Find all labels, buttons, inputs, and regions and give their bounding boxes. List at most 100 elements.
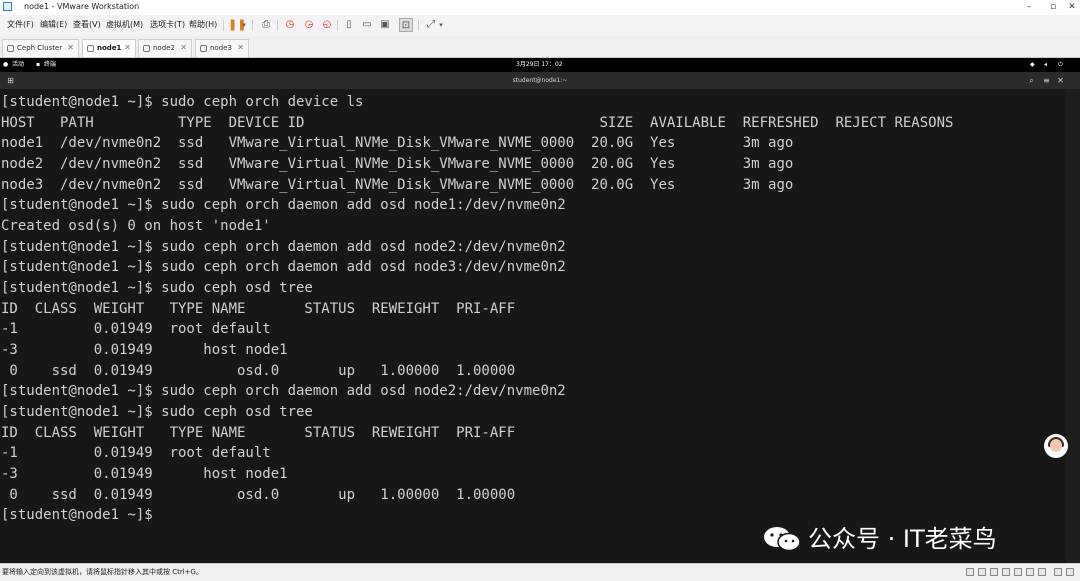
terminal-screen[interactable]: [student@node1 ~]$ sudo ceph orch device…	[0, 89, 1066, 563]
status-text: 要将输入定向到该虚拟机，请将鼠标指针移入其中或按 Ctrl+G。	[2, 568, 203, 576]
console-view-icon[interactable]: ⊡	[399, 18, 413, 32]
terminal-line: ID CLASS WEIGHT TYPE NAME STATUS REWEIGH…	[1, 425, 516, 441]
sound-icon[interactable]	[1014, 568, 1022, 576]
terminal-line: [student@node1 ~]$ sudo ceph orch device…	[1, 94, 364, 110]
terminal-line: -3 0.01949 host node1	[1, 342, 288, 358]
display-icon[interactable]	[1038, 568, 1046, 576]
close-icon[interactable]: ✕	[1066, 1, 1078, 13]
vm-icon	[87, 45, 94, 52]
toolbar-separator	[277, 20, 278, 31]
terminal-line: [student@node1 ~]$ sudo ceph osd tree	[1, 280, 313, 296]
terminal-header-bar: student@node1:~ ⊞ ⌕ ≡ ✕	[0, 72, 1080, 89]
menu-edit[interactable]: 编辑(E)	[40, 20, 67, 30]
menu-help[interactable]: 帮助(H)	[189, 20, 217, 30]
vm-tab-bar: Ceph Cluster ✕ node1 ✕ node2 ✕ node3 ✕	[0, 36, 1080, 58]
terminal-title: student@node1:~	[512, 77, 568, 84]
send-keys-icon[interactable]: ⎙	[259, 18, 273, 32]
terminal-line: 0 ssd 0.01949 osd.0 up 1.00000 1.00000	[1, 487, 516, 503]
vmware-app-icon	[3, 2, 12, 11]
power-icon[interactable]: ⏻	[1058, 61, 1063, 69]
watermark-text: 公众号 · IT老菜鸟	[808, 525, 997, 553]
menu-bar: 文件(F) 编辑(E) 查看(V) 虚拟机(M) 选项卡(T) 帮助(H) ❚❚…	[0, 15, 1080, 36]
terminal-scrollbar[interactable]	[1066, 89, 1080, 563]
gnome-logo-icon[interactable]: ●	[3, 61, 8, 69]
terminal-prompt: [student@node1 ~]$	[1, 507, 153, 523]
printer-icon[interactable]	[1026, 568, 1034, 576]
terminal-line: [student@node1 ~]$ sudo ceph orch daemon…	[1, 383, 566, 399]
search-icon[interactable]: ⌕	[1027, 76, 1036, 85]
terminal-line: [student@node1 ~]$ sudo ceph osd tree	[1, 404, 313, 420]
terminal-line: [student@node1 ~]$ sudo ceph orch daemon…	[1, 259, 566, 275]
maximize-icon[interactable]: ▫	[1047, 1, 1059, 13]
tab-label: node1	[97, 44, 122, 52]
window-title-bar: node1 - VMware Workstation – ▫ ✕	[0, 0, 1080, 15]
hdd-icon[interactable]	[966, 568, 974, 576]
clock[interactable]: 3月29日 17：02	[516, 61, 563, 69]
terminal-line: node2 /dev/nvme0n2 ssd VMware_Virtual_NV…	[1, 156, 794, 172]
toolbar-separator	[252, 20, 253, 31]
minimize-icon[interactable]: –	[1023, 1, 1035, 13]
avatar-face	[1050, 439, 1062, 452]
terminal-line: [student@node1 ~]$ sudo ceph orch daemon…	[1, 197, 566, 213]
app-menu[interactable]: 终端	[44, 61, 56, 69]
terminal-line: -1 0.01949 root default	[1, 321, 271, 337]
tab-node2[interactable]: node2 ✕	[138, 39, 192, 57]
vm-icon	[143, 45, 150, 52]
snapshot-icon[interactable]: ◷	[283, 18, 297, 32]
terminal-line: ID CLASS WEIGHT TYPE NAME STATUS REWEIGH…	[1, 301, 516, 317]
tab-label: node2	[153, 44, 175, 52]
gnome-top-bar: ● 活动 ▪ 终端 3月29日 17：02 ◆ ◂ ⏻	[0, 58, 1080, 72]
wechat-icon	[764, 527, 801, 552]
tab-close-icon[interactable]: ✕	[180, 43, 187, 53]
resize-grip-icon[interactable]	[1066, 568, 1074, 576]
toolbar-separator	[418, 20, 419, 31]
menu-tabs[interactable]: 选项卡(T)	[150, 20, 185, 30]
new-tab-icon[interactable]: ⊞	[6, 76, 15, 85]
activities-button[interactable]: 活动	[12, 61, 24, 69]
snapshot-manager-icon[interactable]: ◵	[320, 18, 334, 32]
tab-close-icon[interactable]: ✕	[67, 43, 74, 53]
tab-node3[interactable]: node3 ✕	[195, 39, 249, 57]
status-bar: 要将输入定向到该虚拟机，请将鼠标指针移入其中或按 Ctrl+G。	[0, 563, 1080, 581]
tab-node1[interactable]: node1 ✕	[82, 39, 136, 57]
revert-snapshot-icon[interactable]: ◶	[302, 18, 316, 32]
toolbar-separator	[223, 20, 224, 31]
menu-view[interactable]: 查看(V)	[73, 20, 101, 30]
terminal-line: -3 0.01949 host node1	[1, 466, 288, 482]
watermark: 公众号 · IT老菜鸟	[762, 522, 1052, 556]
terminal-line: [student@node1 ~]$ sudo ceph orch daemon…	[1, 239, 566, 255]
volume-icon[interactable]: ◂	[1044, 61, 1047, 69]
menu-file[interactable]: 文件(F)	[7, 20, 34, 30]
tab-label: node3	[210, 44, 232, 52]
sidebar-view-icon[interactable]: ▯	[342, 18, 356, 32]
menu-vm[interactable]: 虚拟机(M)	[106, 20, 143, 30]
tab-label: Ceph Cluster	[17, 44, 63, 52]
menu-icon[interactable]: ≡	[1042, 76, 1051, 85]
vm-icon	[200, 45, 207, 52]
window-title: node1 - VMware Workstation	[24, 2, 140, 11]
stretch-dropdown-icon[interactable]: ▾	[437, 18, 445, 32]
terminal-line: node1 /dev/nvme0n2 ssd VMware_Virtual_NV…	[1, 135, 794, 151]
vm-folder-icon	[7, 45, 14, 52]
fullscreen-view-icon[interactable]: ▣	[378, 18, 392, 32]
dropdown-arrow-icon[interactable]: ▾	[240, 18, 248, 32]
network-icon[interactable]: ◆	[1030, 61, 1035, 69]
terminal-line: HOST PATH TYPE DEVICE ID SIZE AVAILABLE …	[1, 115, 954, 131]
cd-icon[interactable]	[978, 568, 986, 576]
close-terminal-icon[interactable]: ✕	[1056, 76, 1065, 85]
terminal-line: node3 /dev/nvme0n2 ssd VMware_Virtual_NV…	[1, 177, 794, 193]
tab-ceph-cluster[interactable]: Ceph Cluster ✕	[2, 39, 79, 57]
message-icon[interactable]	[1054, 568, 1062, 576]
stretch-view-icon[interactable]: ⤢	[424, 18, 438, 32]
thumbnail-view-icon[interactable]: ▭	[360, 18, 374, 32]
terminal-line: -1 0.01949 root default	[1, 445, 271, 461]
avatar	[1044, 434, 1068, 458]
toolbar-separator	[337, 20, 338, 31]
tab-close-icon[interactable]: ✕	[237, 43, 244, 53]
terminal-line: Created osd(s) 0 on host 'node1'	[1, 218, 271, 234]
terminal-line: 0 ssd 0.01949 osd.0 up 1.00000 1.00000	[1, 363, 516, 379]
terminal-app-icon: ▪	[36, 61, 41, 68]
network-adapter-icon[interactable]	[990, 568, 998, 576]
usb-icon[interactable]	[1002, 568, 1010, 576]
tab-close-icon[interactable]: ✕	[124, 43, 131, 53]
